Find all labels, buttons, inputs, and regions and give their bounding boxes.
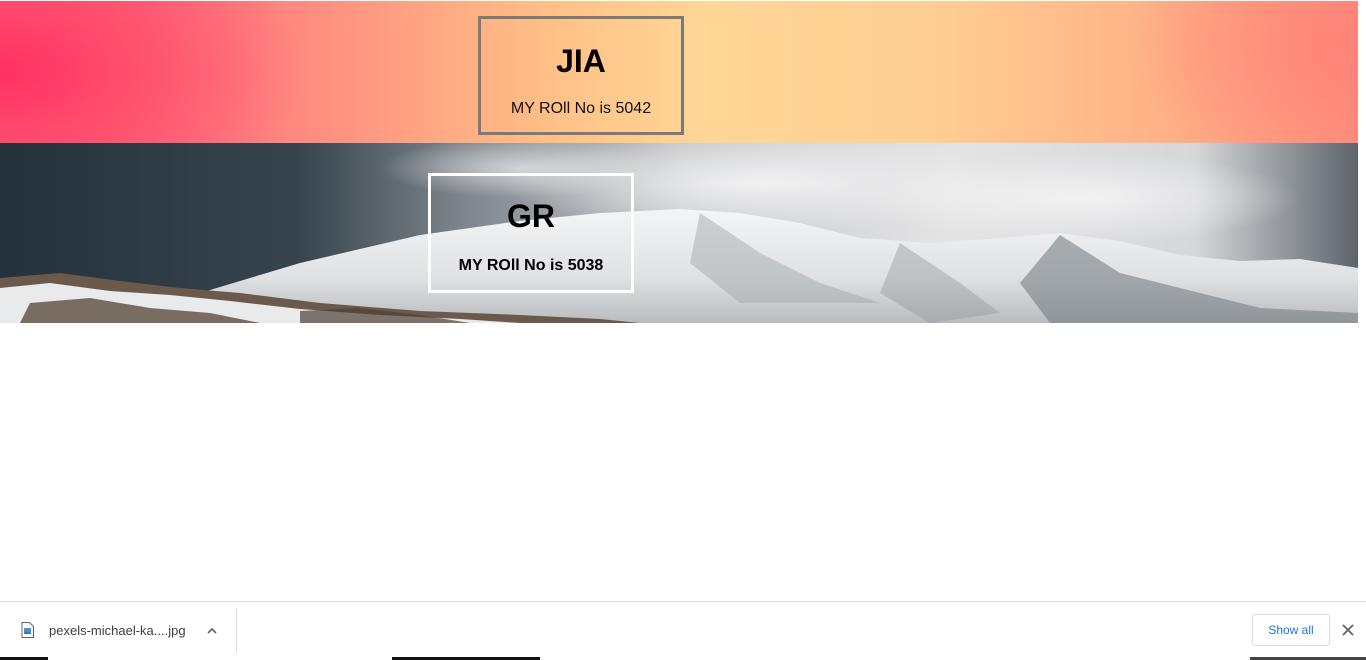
card-roll-text: MY ROll No is 5042 xyxy=(510,100,652,117)
close-icon[interactable] xyxy=(1338,620,1358,640)
download-bar: pexels-michael-ka....jpg Show all xyxy=(0,601,1366,660)
mountain-illustration xyxy=(0,143,1358,323)
student-card-gr: GR MY ROll No is 5038 xyxy=(428,173,634,293)
chevron-up-icon[interactable] xyxy=(200,619,224,643)
download-item[interactable]: pexels-michael-ka....jpg xyxy=(0,602,236,660)
divider xyxy=(236,608,237,653)
mountain-banner-image xyxy=(0,143,1358,323)
show-all-button[interactable]: Show all xyxy=(1252,614,1330,646)
card-roll-text: MY ROll No is 5038 xyxy=(458,257,604,274)
card-title: GR xyxy=(507,198,555,234)
image-file-icon xyxy=(21,622,34,638)
student-card-jia: JIA MY ROll No is 5042 xyxy=(478,16,684,135)
download-file-name: pexels-michael-ka....jpg xyxy=(49,623,186,638)
card-title: JIA xyxy=(556,43,606,79)
download-progress-strip xyxy=(0,656,1366,660)
